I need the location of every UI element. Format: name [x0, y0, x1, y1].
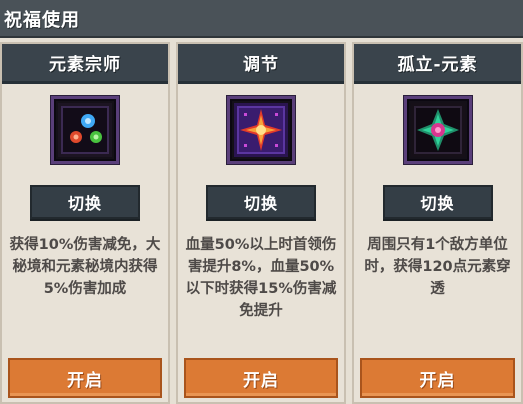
card-title: 孤立-元素: [397, 55, 478, 75]
switch-label: 切换: [67, 194, 102, 213]
enable-button[interactable]: 开启: [360, 358, 515, 398]
card-header: 孤立-元素: [354, 44, 521, 84]
blessing-description: 获得10%伤害减免，大秘境和元素秘境内获得5%伤害加成: [9, 237, 161, 297]
blessing-card-adjustment: 调节 切换 血量50%以上时首领伤害提升8%，血量50%以下时获得15%伤害减免…: [176, 42, 346, 404]
enable-label: 开启: [67, 370, 103, 391]
switch-button[interactable]: 切换: [382, 185, 493, 219]
switch-label: 切换: [420, 194, 455, 213]
enable-button[interactable]: 开启: [184, 358, 338, 398]
blessing-description: 血量50%以上时首领伤害提升8%，血量50%以下时获得15%伤害减免提升: [185, 237, 337, 319]
enable-label: 开启: [243, 370, 279, 391]
card-title: 调节: [243, 55, 279, 75]
blessing-card-isolation-element: 孤立-元素 切换 周围只有1个敌方单位时，获得120点元素穿透 开启: [352, 42, 523, 404]
isolated-gem-icon: [403, 96, 472, 164]
card-header: 元素宗师: [2, 44, 168, 84]
card-title: 元素宗师: [49, 55, 121, 75]
elements-orbs-icon: [51, 96, 119, 164]
window-title: 祝福使用: [4, 10, 80, 31]
title-bar: 祝福使用: [0, 0, 523, 38]
switch-button[interactable]: 切换: [206, 185, 316, 219]
card-header: 调节: [178, 44, 344, 84]
enable-label: 开启: [419, 370, 456, 391]
radiant-star-icon: [227, 96, 295, 164]
switch-button[interactable]: 切换: [30, 185, 140, 219]
blessing-description: 周围只有1个敌方单位时，获得120点元素穿透: [364, 237, 511, 297]
blessing-card-elemental-master: 元素宗师 切换 获得10%伤害减免，大秘境和元素秘境内获得5%伤害加成 开启: [0, 42, 170, 404]
enable-button[interactable]: 开启: [8, 358, 162, 398]
switch-label: 切换: [243, 194, 278, 213]
